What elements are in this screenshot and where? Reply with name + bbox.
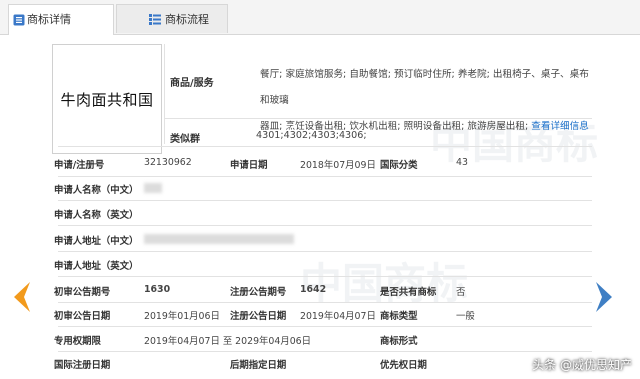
detail-row: 国际注册日期 后期指定日期 优先权日期 [54, 357, 594, 377]
detail-row: 初审公告期号 1630 注册公告期号 1642 是否共有商标 否 [54, 284, 594, 304]
reg-pub-no-value: 1642 [300, 284, 327, 295]
tab-label: 商标流程 [165, 13, 209, 26]
tab-bar: 商标详情 商标流程 [0, 0, 640, 35]
previous-arrow-icon[interactable] [10, 280, 32, 314]
divider [58, 302, 592, 303]
goods-services-list: 餐厅; 家庭旅馆服务; 自助餐馆; 预订临时住所; 养老院; 出租椅子、桌子、桌… [260, 62, 590, 140]
flow-list-icon [149, 14, 161, 25]
field-label: 优先权日期 [380, 360, 427, 371]
field-label: 国际注册日期 [54, 360, 111, 371]
exclusive-period-value: 2019年04月07日 至 2029年04月06日 [144, 336, 312, 347]
tab-trademark-details[interactable]: 商标详情 [8, 4, 114, 35]
reg-no-value: 32130962 [144, 157, 192, 168]
field-label: 注册公告期号 [230, 287, 287, 298]
detail-row: 申请人地址（英文） [54, 258, 594, 278]
intl-class-value: 43 [456, 157, 468, 168]
trademark-text: 牛肉面共和国 [60, 91, 154, 109]
field-label: 注册公告日期 [230, 311, 287, 322]
field-label: 申请日期 [230, 160, 268, 171]
field-label: 专用权期限 [54, 336, 101, 347]
field-label: 商标类型 [380, 311, 418, 322]
watermark-signature: 头条 @威优思知产 [532, 358, 632, 372]
goods-services-label: 商品/服务 [170, 78, 214, 89]
redacted-value [144, 234, 294, 244]
divider [58, 276, 592, 277]
field-label: 申请人名称（中文） [54, 185, 139, 196]
redacted-value [144, 183, 162, 193]
detail-row: 初审公告日期 2019年01月06日 注册公告日期 2019年04月07日 商标… [54, 308, 594, 328]
field-label: 初审公告日期 [54, 311, 111, 322]
view-details-link[interactable]: 查看详细信息 [531, 121, 589, 132]
divider [58, 351, 592, 352]
next-arrow-icon[interactable] [594, 280, 616, 314]
detail-row: 申请/注册号 32130962 申请日期 2018年07月09日 国际分类 43 [54, 157, 594, 177]
app-date-value: 2018年07月09日 [300, 160, 376, 171]
divider [58, 326, 592, 327]
mark-type-value: 一般 [456, 311, 475, 322]
detail-row: 申请人名称（英文） [54, 207, 594, 227]
divider [164, 44, 165, 144]
tab-trademark-process[interactable]: 商标流程 [116, 4, 228, 33]
similar-group-label: 类似群 [170, 134, 200, 145]
trademark-image: 牛肉面共和国 [52, 44, 162, 154]
detail-row: 申请人地址（中文） [54, 233, 594, 253]
divider [58, 251, 592, 252]
detail-row: 专用权期限 2019年04月07日 至 2029年04月06日 商标形式 [54, 333, 594, 353]
tab-label: 商标详情 [27, 13, 71, 26]
reg-pub-date-value: 2019年04月07日 [300, 311, 376, 322]
prelim-no-value: 1630 [144, 284, 171, 295]
document-list-icon [13, 14, 25, 26]
shared-value: 否 [456, 287, 466, 298]
field-label: 申请人地址（中文） [54, 236, 139, 247]
field-label: 后期指定日期 [230, 360, 287, 371]
divider [58, 225, 592, 226]
field-label: 国际分类 [380, 160, 418, 171]
divider [164, 118, 592, 119]
field-label: 申请人名称（英文） [54, 210, 139, 221]
divider [58, 176, 592, 177]
divider [58, 146, 592, 147]
trademark-detail-panel: 牛肉面共和国 商品/服务 餐厅; 家庭旅馆服务; 自助餐馆; 预订临时住所; 养… [22, 40, 592, 379]
field-label: 申请/注册号 [54, 160, 105, 171]
field-label: 申请人地址（英文） [54, 261, 139, 272]
detail-row: 申请人名称（中文） [54, 182, 594, 202]
prelim-date-value: 2019年01月06日 [144, 311, 220, 322]
field-label: 商标形式 [380, 336, 418, 347]
goods-line: 餐厅; 家庭旅馆服务; 自助餐馆; 预订临时住所; 养老院; 出租椅子、桌子、桌… [260, 69, 589, 106]
similar-group-value: 4301;4302;4303;4306; [256, 130, 367, 141]
divider [58, 200, 592, 201]
field-label: 初审公告期号 [54, 287, 111, 298]
field-label: 是否共有商标 [380, 287, 437, 298]
